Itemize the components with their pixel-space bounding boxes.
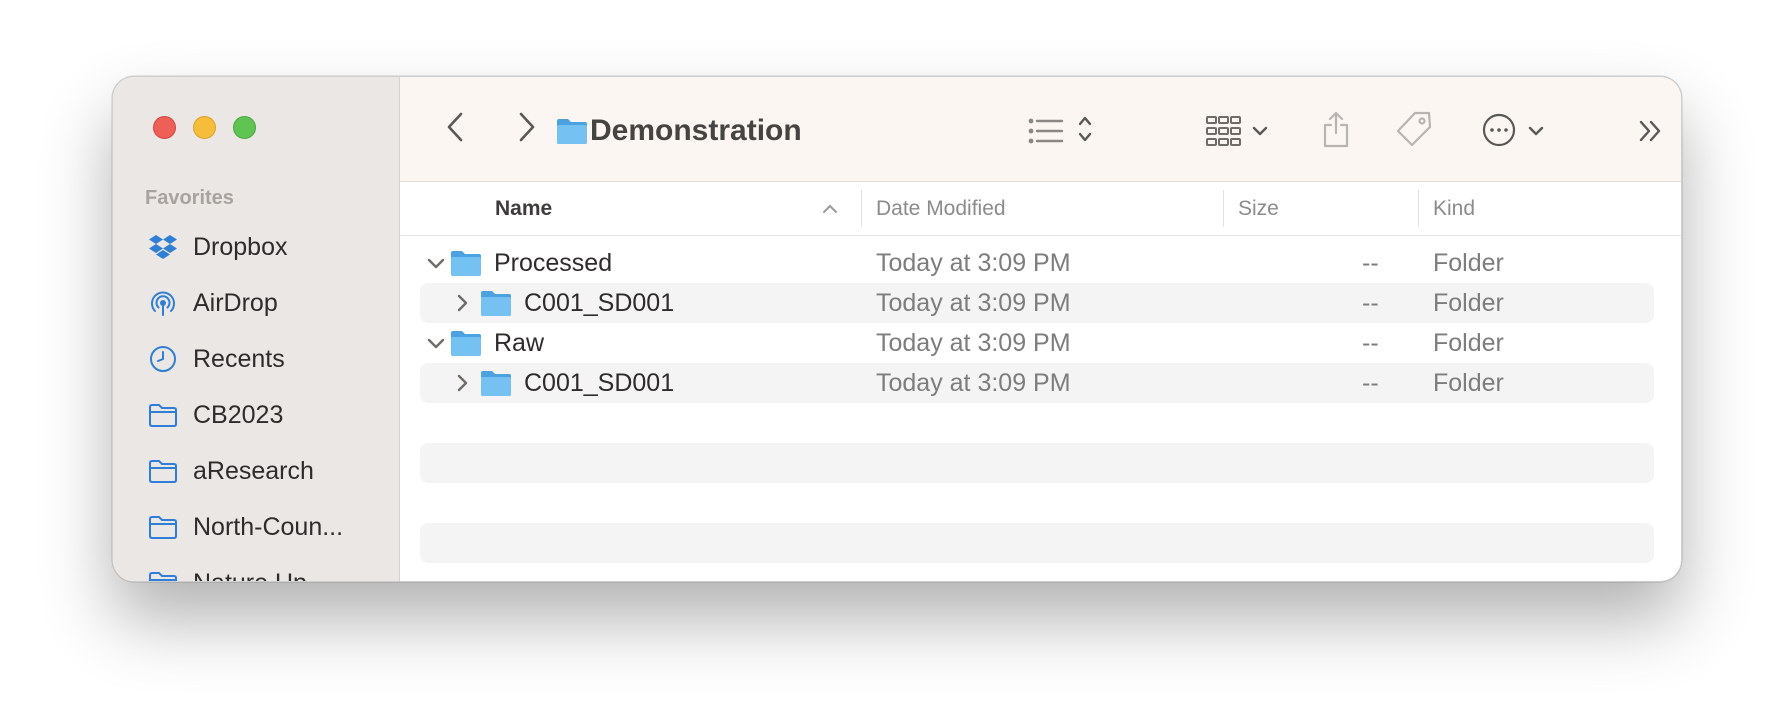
folder-icon bbox=[450, 243, 482, 283]
size: -- bbox=[1362, 368, 1379, 397]
date-modified: Today at 3:09 PM bbox=[876, 368, 1071, 397]
sidebar-item-label: North-Coun... bbox=[193, 512, 344, 541]
sidebar-section-favorites: Favorites bbox=[145, 187, 234, 209]
empty-row bbox=[420, 443, 1654, 483]
disclosure-chevron-down-icon[interactable] bbox=[426, 323, 446, 363]
size: -- bbox=[1362, 328, 1379, 357]
list-view-icon[interactable] bbox=[1026, 111, 1066, 151]
file-name: C001_SD001 bbox=[524, 288, 675, 317]
empty-row bbox=[420, 523, 1654, 563]
date-modified: Today at 3:09 PM bbox=[876, 288, 1071, 317]
sidebar-item-label: Recents bbox=[193, 344, 285, 373]
overflow-chevrons-icon[interactable] bbox=[1636, 113, 1666, 149]
table-row[interactable]: Processed Today at 3:09 PM -- Folder bbox=[420, 243, 1654, 283]
airdrop-icon bbox=[147, 287, 179, 319]
group-grid-icon[interactable] bbox=[1204, 111, 1244, 151]
sidebar: Favorites Dropbox AirDrop Recents CB2023… bbox=[113, 77, 400, 581]
folder-icon bbox=[147, 567, 179, 581]
column-kind[interactable]: Kind bbox=[1433, 182, 1475, 235]
disclosure-chevron-down-icon[interactable] bbox=[426, 243, 446, 283]
column-header: Name Date Modified Size Kind bbox=[400, 182, 1681, 236]
forward-button[interactable] bbox=[512, 109, 542, 149]
column-separator bbox=[1223, 190, 1224, 227]
view-sort-stepper[interactable] bbox=[1076, 111, 1094, 151]
size: -- bbox=[1362, 248, 1379, 277]
sidebar-item-label: Dropbox bbox=[193, 232, 288, 261]
share-icon[interactable] bbox=[1318, 107, 1354, 151]
column-separator bbox=[861, 190, 862, 227]
table-row[interactable]: C001_SD001 Today at 3:09 PM -- Folder bbox=[420, 363, 1654, 403]
clock-icon bbox=[147, 343, 179, 375]
file-list: Processed Today at 3:09 PM -- Folder C00… bbox=[400, 235, 1681, 581]
file-name: Raw bbox=[494, 328, 545, 357]
folder-icon bbox=[147, 399, 179, 431]
chevron-updown-icon bbox=[1077, 113, 1093, 150]
more-actions-icon[interactable] bbox=[1480, 111, 1518, 149]
column-date-modified[interactable]: Date Modified bbox=[876, 182, 1006, 235]
sidebar-item-recents[interactable]: Recents bbox=[147, 339, 387, 379]
table-row[interactable]: C001_SD001 Today at 3:09 PM -- Folder bbox=[420, 283, 1654, 323]
date-modified: Today at 3:09 PM bbox=[876, 328, 1071, 357]
sidebar-item-cb2023[interactable]: CB2023 bbox=[147, 395, 387, 435]
sidebar-item-label: aResearch bbox=[193, 456, 314, 485]
close-window-button[interactable] bbox=[153, 116, 176, 139]
folder-icon bbox=[147, 455, 179, 487]
sidebar-item-dropbox[interactable]: Dropbox bbox=[147, 227, 387, 267]
kind: Folder bbox=[1433, 288, 1504, 317]
chevron-down-icon[interactable] bbox=[1528, 117, 1544, 145]
sort-ascending-icon[interactable] bbox=[822, 182, 838, 235]
sidebar-item-north-country[interactable]: North-Coun... bbox=[147, 507, 387, 547]
column-name[interactable]: Name bbox=[495, 182, 552, 235]
toolbar: Demonstration bbox=[400, 77, 1681, 182]
sidebar-item-label: CB2023 bbox=[193, 400, 284, 429]
dropbox-icon bbox=[147, 231, 179, 263]
finder-window: Favorites Dropbox AirDrop Recents CB2023… bbox=[112, 76, 1682, 582]
folder-icon bbox=[480, 363, 512, 403]
sidebar-item-nature-up[interactable]: Nature Up... bbox=[147, 563, 387, 582]
file-name: C001_SD001 bbox=[524, 368, 675, 397]
sidebar-item-aresearch[interactable]: aResearch bbox=[147, 451, 387, 491]
chevron-left-icon bbox=[445, 111, 465, 148]
chevron-down-icon[interactable] bbox=[1252, 117, 1268, 145]
column-size[interactable]: Size bbox=[1238, 182, 1279, 235]
disclosure-chevron-right-icon[interactable] bbox=[454, 363, 470, 403]
sidebar-item-label: AirDrop bbox=[193, 288, 278, 317]
kind: Folder bbox=[1433, 328, 1504, 357]
tag-icon[interactable] bbox=[1394, 109, 1434, 149]
kind: Folder bbox=[1433, 368, 1504, 397]
back-button[interactable] bbox=[440, 109, 470, 149]
folder-icon bbox=[147, 511, 179, 543]
folder-icon bbox=[450, 323, 482, 363]
minimize-window-button[interactable] bbox=[193, 116, 216, 139]
zoom-window-button[interactable] bbox=[233, 116, 256, 139]
folder-icon bbox=[556, 111, 588, 151]
column-separator bbox=[1418, 190, 1419, 227]
sidebar-item-airdrop[interactable]: AirDrop bbox=[147, 283, 387, 323]
sidebar-item-label: Nature Up... bbox=[193, 569, 328, 582]
chevron-right-icon bbox=[517, 111, 537, 148]
window-title: Demonstration bbox=[590, 114, 802, 147]
kind: Folder bbox=[1433, 248, 1504, 277]
folder-icon bbox=[480, 283, 512, 323]
file-name: Processed bbox=[494, 248, 613, 277]
table-row[interactable]: Raw Today at 3:09 PM -- Folder bbox=[420, 323, 1654, 363]
disclosure-chevron-right-icon[interactable] bbox=[454, 283, 470, 323]
date-modified: Today at 3:09 PM bbox=[876, 248, 1071, 277]
size: -- bbox=[1362, 288, 1379, 317]
